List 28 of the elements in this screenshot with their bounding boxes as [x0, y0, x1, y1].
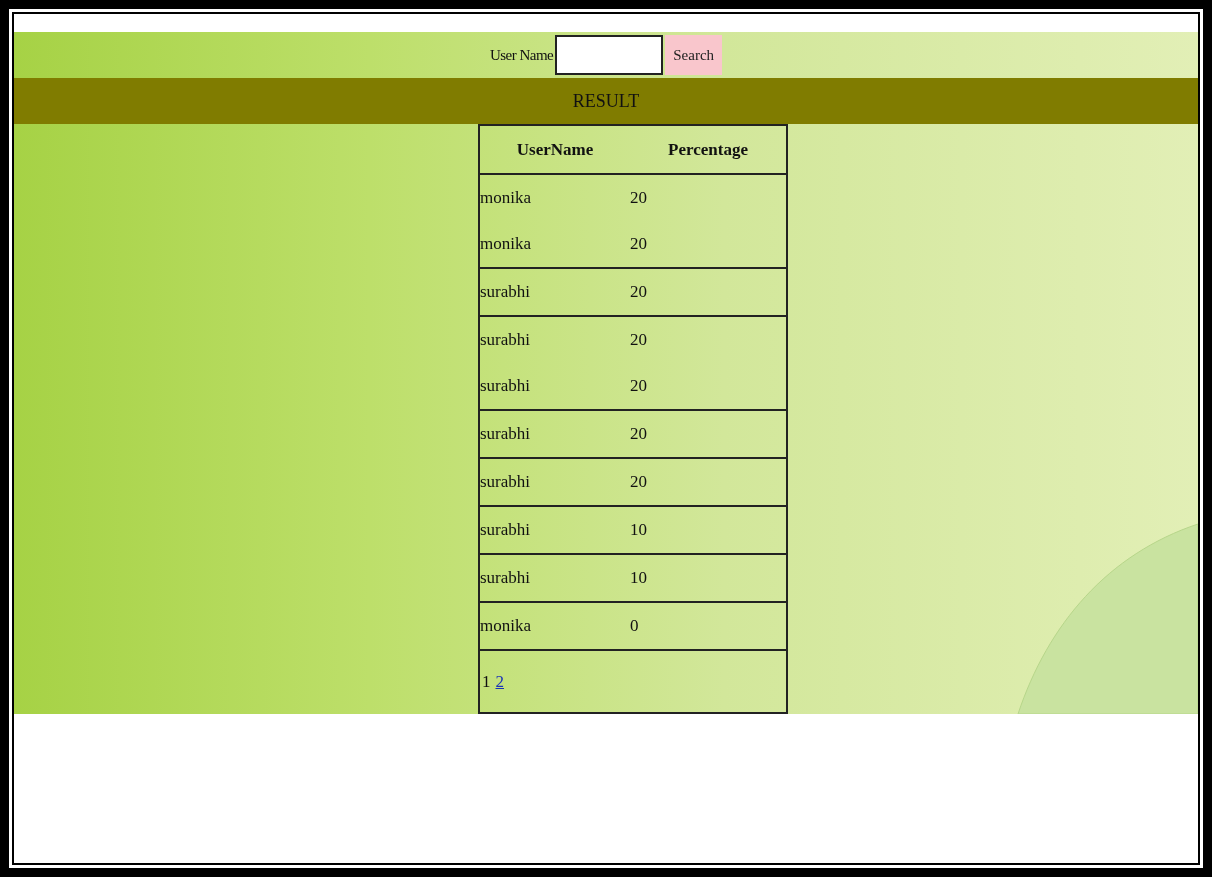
table-cell-text: 20 — [630, 376, 648, 396]
table-cell-text: surabhi — [480, 424, 532, 444]
result-bar: RESULT — [14, 78, 1198, 124]
table-cell-text: 10 — [630, 520, 648, 540]
current-page: 1 — [482, 671, 491, 692]
table-cell-text: monika — [480, 616, 532, 636]
table-cell-text: surabhi — [480, 282, 532, 302]
username-input[interactable] — [555, 35, 664, 75]
table-cell-text: 20 — [630, 472, 648, 492]
search-button[interactable]: Search — [665, 35, 723, 75]
table-cell-text: monika — [480, 234, 532, 254]
table-cell-text: surabhi — [480, 568, 532, 588]
page-link[interactable]: 2 — [495, 671, 504, 692]
table-cell-text: 10 — [630, 568, 648, 588]
table-cell-text: 20 — [630, 424, 648, 444]
table-cell-text: monika — [480, 188, 532, 208]
table-cell-text: 20 — [630, 234, 648, 254]
table-cell-text: 0 — [630, 616, 640, 636]
table-cell-text: surabhi — [480, 520, 532, 540]
column-header: Percentage — [667, 139, 749, 160]
table-cell-text: surabhi — [480, 376, 532, 396]
table-cell-text: surabhi — [480, 330, 532, 350]
field-label: User Name — [489, 46, 554, 64]
table-cell-text: 20 — [630, 330, 648, 350]
table-cell-text: surabhi — [480, 472, 532, 492]
table-cell-text: 20 — [630, 282, 648, 302]
table-cell-text: 20 — [630, 188, 648, 208]
column-header: UserName — [515, 139, 595, 160]
